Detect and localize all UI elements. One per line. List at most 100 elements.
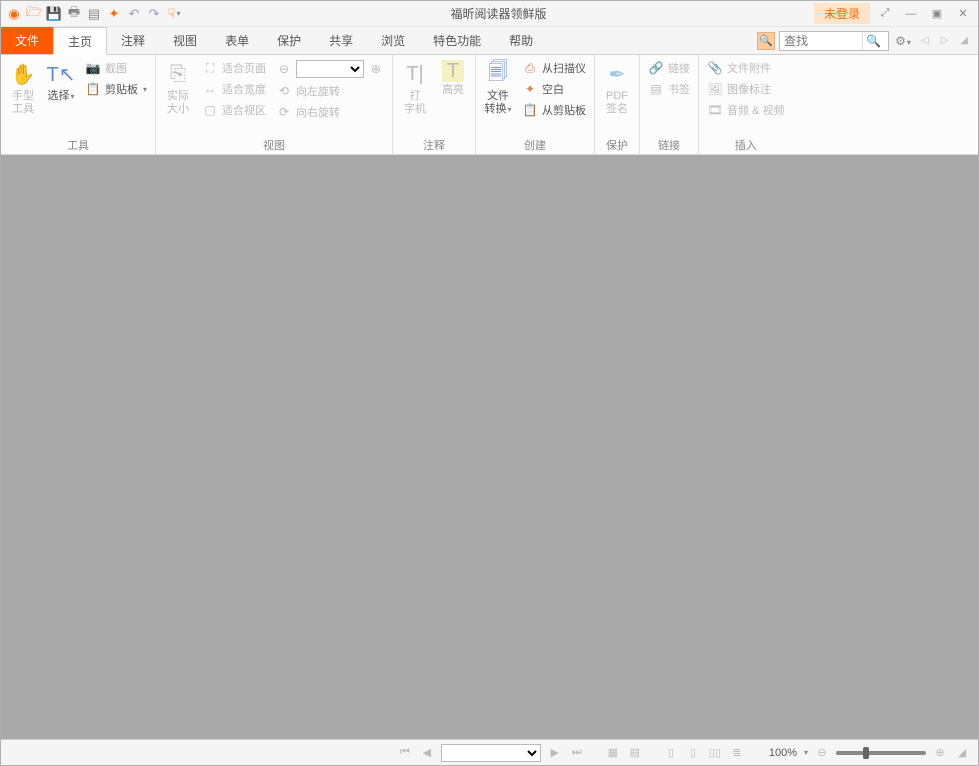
image-annot-button[interactable]: 🖼图像标注	[703, 79, 788, 99]
highlight-button[interactable]: T 高亮	[435, 58, 471, 99]
statusbar: ⏮ ◀ ▶ ⏭ ▦ ▤ ▯ ▯ ▯▯ ≣ 100% ▾ ⊖ ⊕ ◢	[1, 739, 978, 765]
search-input[interactable]	[780, 34, 862, 48]
layout-4-icon[interactable]: ≣	[729, 745, 745, 761]
next-page-icon[interactable]: ▶	[547, 745, 563, 761]
group-insert: 📎文件附件 🖼图像标注 🎞音频 & 视频 插入	[699, 55, 792, 154]
resize-grip-icon[interactable]: ◢	[954, 745, 970, 761]
document-canvas	[1, 155, 978, 739]
tab-file[interactable]: 文件	[1, 27, 53, 54]
save-icon[interactable]: 💾	[45, 5, 63, 23]
hand-tool-button[interactable]: ✋ 手型 工具	[5, 58, 41, 118]
pdf-sign-button[interactable]: ✒ PDF 签名	[599, 58, 635, 118]
tab-help[interactable]: 帮助	[495, 27, 547, 54]
nav-prev-icon[interactable]: ◁	[917, 35, 933, 46]
layout-3-icon[interactable]: ▯▯	[707, 745, 723, 761]
page-select[interactable]	[441, 744, 541, 762]
actual-size-icon: ⎘	[164, 60, 192, 88]
typewriter-icon: T|	[401, 60, 429, 88]
ribbon: ✋ 手型 工具 T↖ 选择▾ 📷截图 📋剪贴板▾ 工具 ⎘ 实际 大小 ⛶适合页…	[1, 55, 978, 155]
search-button[interactable]: 🔍	[862, 32, 884, 50]
first-page-icon[interactable]: ⏮	[397, 745, 413, 761]
image-icon: 🖼	[707, 81, 723, 97]
bookmark-button[interactable]: ▤书签	[644, 79, 694, 99]
actual-size-button[interactable]: ⎘ 实际 大小	[160, 58, 196, 118]
convert-button[interactable]: 🗐 文件 转换▾	[480, 58, 516, 118]
typewriter-button[interactable]: T| 打 字机	[397, 58, 433, 118]
undo-icon[interactable]: ↶	[125, 5, 143, 23]
zoom-slider[interactable]	[836, 751, 926, 755]
group-view: ⎘ 实际 大小 ⛶适合页面 ↔适合宽度 ▢适合视区 ⊖⊕ ⟲向左旋转 ⟳向右旋转…	[156, 55, 393, 154]
doc-icon[interactable]: ▤	[85, 5, 103, 23]
ribbon-toggle-icon[interactable]: ◢	[956, 35, 972, 46]
zoom-in-icon[interactable]: ⊕	[368, 61, 384, 77]
print-icon[interactable]: 🖶	[65, 5, 83, 23]
view-mode-2-icon[interactable]: ▤	[627, 745, 643, 761]
group-create: 🗐 文件 转换▾ ⎙从扫描仪 ✦空白 📋从剪贴板 创建	[476, 55, 595, 154]
snapshot-button[interactable]: 📷截图	[81, 58, 151, 78]
last-page-icon[interactable]: ⏭	[569, 745, 585, 761]
select-icon: T↖	[47, 60, 75, 88]
search-folder-icon[interactable]: 🔍	[757, 32, 775, 50]
tab-browse[interactable]: 浏览	[367, 27, 419, 54]
layout-1-icon[interactable]: ▯	[663, 745, 679, 761]
tab-feature[interactable]: 特色功能	[419, 27, 495, 54]
layout-2-icon[interactable]: ▯	[685, 745, 701, 761]
select-tool-button[interactable]: T↖ 选择▾	[43, 58, 79, 105]
rotate-right-button[interactable]: ⟳向右旋转	[272, 102, 388, 122]
fit-visible-button[interactable]: ▢适合视区	[198, 100, 270, 120]
minimize-icon[interactable]: —	[900, 5, 922, 23]
clipboard-button[interactable]: 📋剪贴板▾	[81, 79, 151, 99]
zoom-slider-thumb[interactable]	[863, 747, 869, 759]
view-mode-1-icon[interactable]: ▦	[605, 745, 621, 761]
fit-width-button[interactable]: ↔适合宽度	[198, 79, 270, 99]
rotate-right-icon: ⟳	[276, 104, 292, 120]
camera-icon: 📷	[85, 60, 101, 76]
app-title: 福昕阅读器领鲜版	[185, 5, 812, 22]
attachment-icon: 📎	[707, 60, 723, 76]
blank-doc-icon: ✦	[522, 81, 538, 97]
bookmark-icon: ▤	[648, 81, 664, 97]
new-doc-icon[interactable]: ✦	[105, 5, 123, 23]
zoom-in-status-icon[interactable]: ⊕	[932, 745, 948, 761]
search-box[interactable]: 🔍	[779, 31, 889, 51]
zoom-value: 100%	[769, 747, 797, 759]
highlight-icon: T	[442, 60, 464, 82]
group-protect: ✒ PDF 签名 保护	[595, 55, 640, 154]
settings-icon[interactable]: ⚙▾	[893, 34, 913, 48]
fit-visible-icon: ▢	[202, 102, 218, 118]
zoom-out-status-icon[interactable]: ⊖	[814, 745, 830, 761]
fit-page-button[interactable]: ⛶适合页面	[198, 58, 270, 78]
blank-button[interactable]: ✦空白	[518, 79, 590, 99]
redo-icon[interactable]: ↷	[145, 5, 163, 23]
zoom-select[interactable]	[296, 60, 364, 78]
scanner-icon: ⎙	[522, 60, 538, 76]
pointer-icon[interactable]: ☟▾	[165, 5, 183, 23]
av-button[interactable]: 🎞音频 & 视频	[703, 100, 788, 120]
open-icon[interactable]: 🗁	[25, 5, 43, 23]
maximize-icon[interactable]: ▣	[926, 5, 948, 23]
tab-home[interactable]: 主页	[53, 27, 107, 55]
tab-form[interactable]: 表单	[211, 27, 263, 54]
tab-share[interactable]: 共享	[315, 27, 367, 54]
from-scanner-button[interactable]: ⎙从扫描仪	[518, 58, 590, 78]
hand-icon: ✋	[9, 60, 37, 88]
login-button[interactable]: 未登录	[814, 3, 870, 24]
zoom-dropdown-icon[interactable]: ▾	[804, 748, 808, 757]
close-icon[interactable]: ✕	[952, 5, 974, 23]
rotate-left-button[interactable]: ⟲向左旋转	[272, 81, 388, 101]
sign-icon: ✒	[603, 60, 631, 88]
tab-comment[interactable]: 注释	[107, 27, 159, 54]
zoom-out-icon[interactable]: ⊖	[276, 61, 292, 77]
from-clipboard-button[interactable]: 📋从剪贴板	[518, 100, 590, 120]
tab-view[interactable]: 视图	[159, 27, 211, 54]
ribbon-collapse-icon[interactable]: ⤢	[874, 5, 896, 23]
clipboard-doc-icon: 📋	[522, 102, 538, 118]
nav-next-icon[interactable]: ▷	[937, 35, 953, 46]
attachment-button[interactable]: 📎文件附件	[703, 58, 788, 78]
titlebar: ◉ 🗁 💾 🖶 ▤ ✦ ↶ ↷ ☟▾ 福昕阅读器领鲜版 未登录 ⤢ — ▣ ✕	[1, 1, 978, 27]
group-tools: ✋ 手型 工具 T↖ 选择▾ 📷截图 📋剪贴板▾ 工具	[1, 55, 156, 154]
prev-page-icon[interactable]: ◀	[419, 745, 435, 761]
zoom-controls[interactable]: ⊖⊕	[272, 58, 388, 80]
link-button[interactable]: 🔗链接	[644, 58, 694, 78]
tab-protect[interactable]: 保护	[263, 27, 315, 54]
